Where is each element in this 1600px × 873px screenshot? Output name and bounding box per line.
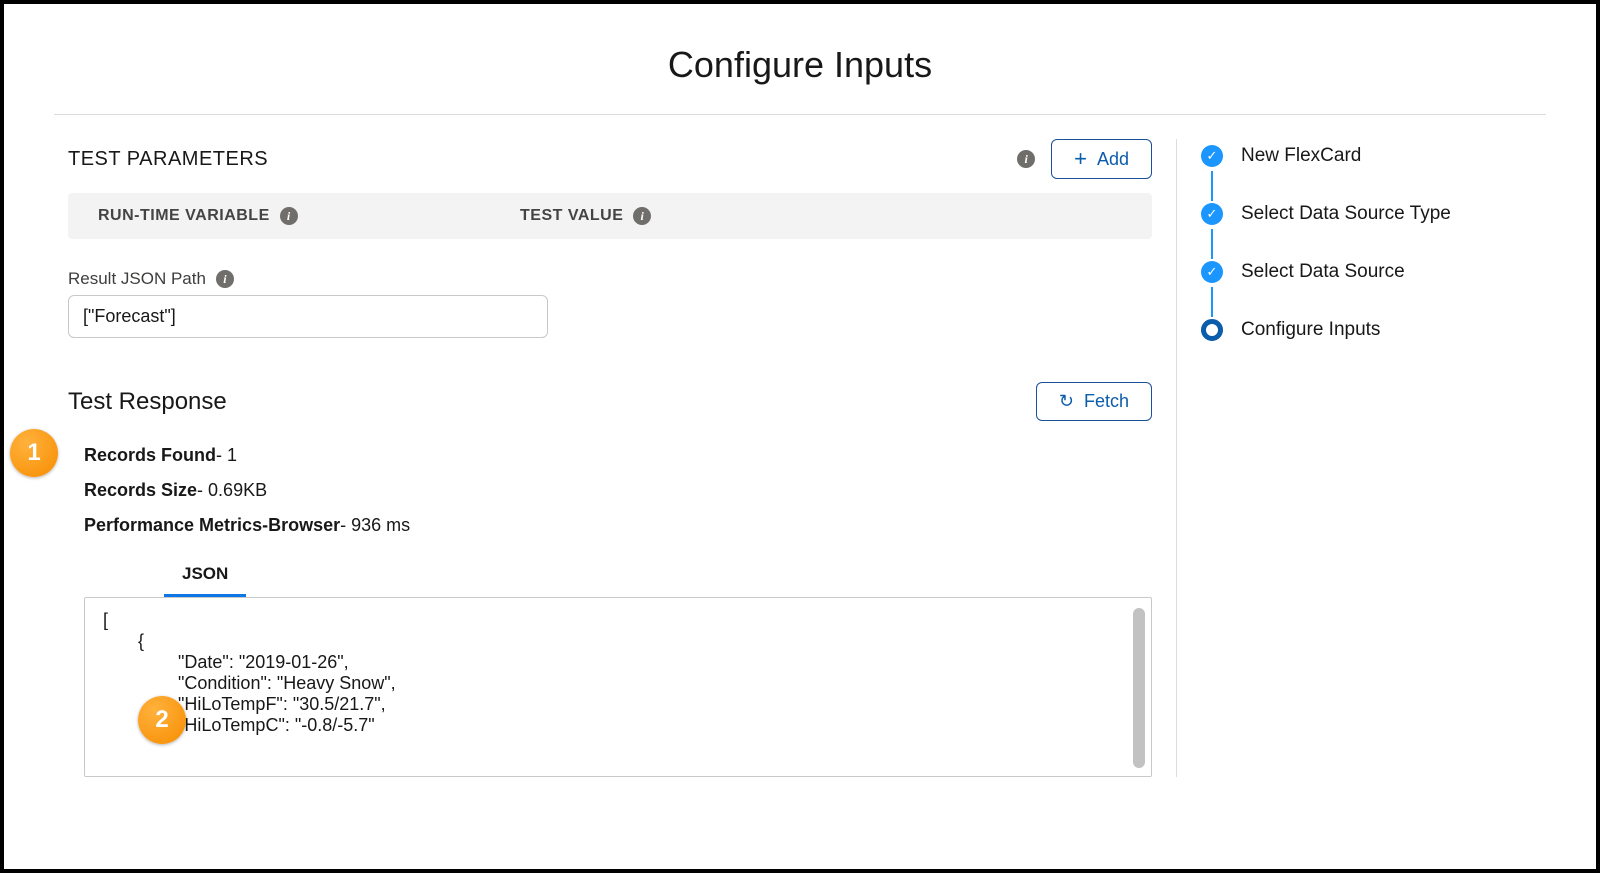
add-button[interactable]: + Add	[1051, 139, 1152, 179]
records-found-metric: Records Found- 1	[84, 445, 1152, 466]
column-runtime-variable-label: RUN-TIME VARIABLE	[98, 207, 270, 225]
callout-badge-1: 1	[10, 429, 58, 477]
records-size-metric: Records Size- 0.69KB	[84, 480, 1152, 501]
main-column: 1 2 TEST PARAMETERS i + Add RUN-TIME VAR…	[54, 139, 1176, 777]
column-test-value: TEST VALUE i	[520, 207, 651, 225]
page-title: Configure Inputs	[54, 44, 1546, 86]
column-runtime-variable: RUN-TIME VARIABLE i	[98, 207, 508, 225]
test-response-title: Test Response	[68, 388, 227, 416]
info-icon[interactable]: i	[216, 270, 234, 288]
wizard-stepper: ✓ New FlexCard ✓ Select Data Source Type…	[1176, 139, 1546, 777]
result-json-path-label-text: Result JSON Path	[68, 269, 206, 289]
step-label: Select Data Source Type	[1241, 203, 1451, 225]
refresh-icon: ↻	[1059, 391, 1074, 412]
plus-icon: +	[1074, 148, 1087, 170]
scrollbar[interactable]	[1133, 608, 1145, 768]
callout-badge-2: 2	[138, 696, 186, 744]
records-found-label: Records Found	[84, 445, 216, 465]
current-step-icon	[1201, 319, 1223, 341]
test-parameters-title: TEST PARAMETERS	[68, 148, 268, 171]
response-tabs: JSON	[164, 556, 1152, 597]
step-select-data-source[interactable]: ✓ Select Data Source	[1201, 261, 1546, 319]
records-found-value: - 1	[216, 445, 237, 465]
response-metrics: Records Found- 1 Records Size- 0.69KB Pe…	[84, 445, 1152, 536]
step-new-flexcard[interactable]: ✓ New FlexCard	[1201, 145, 1546, 203]
tab-json[interactable]: JSON	[164, 556, 246, 597]
json-response-viewer[interactable]: [ { "Date": "2019-01-26", "Condition": "…	[84, 597, 1152, 777]
stepper-list: ✓ New FlexCard ✓ Select Data Source Type…	[1201, 139, 1546, 341]
step-label: New FlexCard	[1241, 145, 1361, 167]
content-wrapper: 1 2 TEST PARAMETERS i + Add RUN-TIME VAR…	[54, 139, 1546, 777]
result-json-path-input[interactable]	[68, 295, 548, 338]
step-label: Configure Inputs	[1241, 319, 1380, 341]
info-icon[interactable]: i	[1017, 150, 1035, 168]
column-test-value-label: TEST VALUE	[520, 207, 623, 225]
check-icon: ✓	[1201, 261, 1223, 283]
divider	[54, 114, 1546, 115]
test-response-header: Test Response ↻ Fetch	[68, 382, 1152, 421]
test-parameters-actions: i + Add	[1017, 139, 1152, 179]
parameters-table-header: RUN-TIME VARIABLE i TEST VALUE i	[68, 193, 1152, 239]
check-icon: ✓	[1201, 145, 1223, 167]
fetch-button-label: Fetch	[1084, 391, 1129, 412]
info-icon[interactable]: i	[633, 207, 651, 225]
records-size-value: - 0.69KB	[197, 480, 267, 500]
step-select-data-source-type[interactable]: ✓ Select Data Source Type	[1201, 203, 1546, 261]
test-parameters-header: TEST PARAMETERS i + Add	[54, 139, 1152, 179]
check-icon: ✓	[1201, 203, 1223, 225]
result-json-path-field: Result JSON Path i	[68, 269, 1152, 338]
result-json-path-label: Result JSON Path i	[68, 269, 1152, 289]
performance-label: Performance Metrics-Browser	[84, 515, 340, 535]
records-size-label: Records Size	[84, 480, 197, 500]
performance-metric: Performance Metrics-Browser- 936 ms	[84, 515, 1152, 536]
add-button-label: Add	[1097, 149, 1129, 170]
fetch-button[interactable]: ↻ Fetch	[1036, 382, 1152, 421]
info-icon[interactable]: i	[280, 207, 298, 225]
step-configure-inputs[interactable]: Configure Inputs	[1201, 319, 1546, 341]
performance-value: - 936 ms	[340, 515, 410, 535]
step-label: Select Data Source	[1241, 261, 1405, 283]
